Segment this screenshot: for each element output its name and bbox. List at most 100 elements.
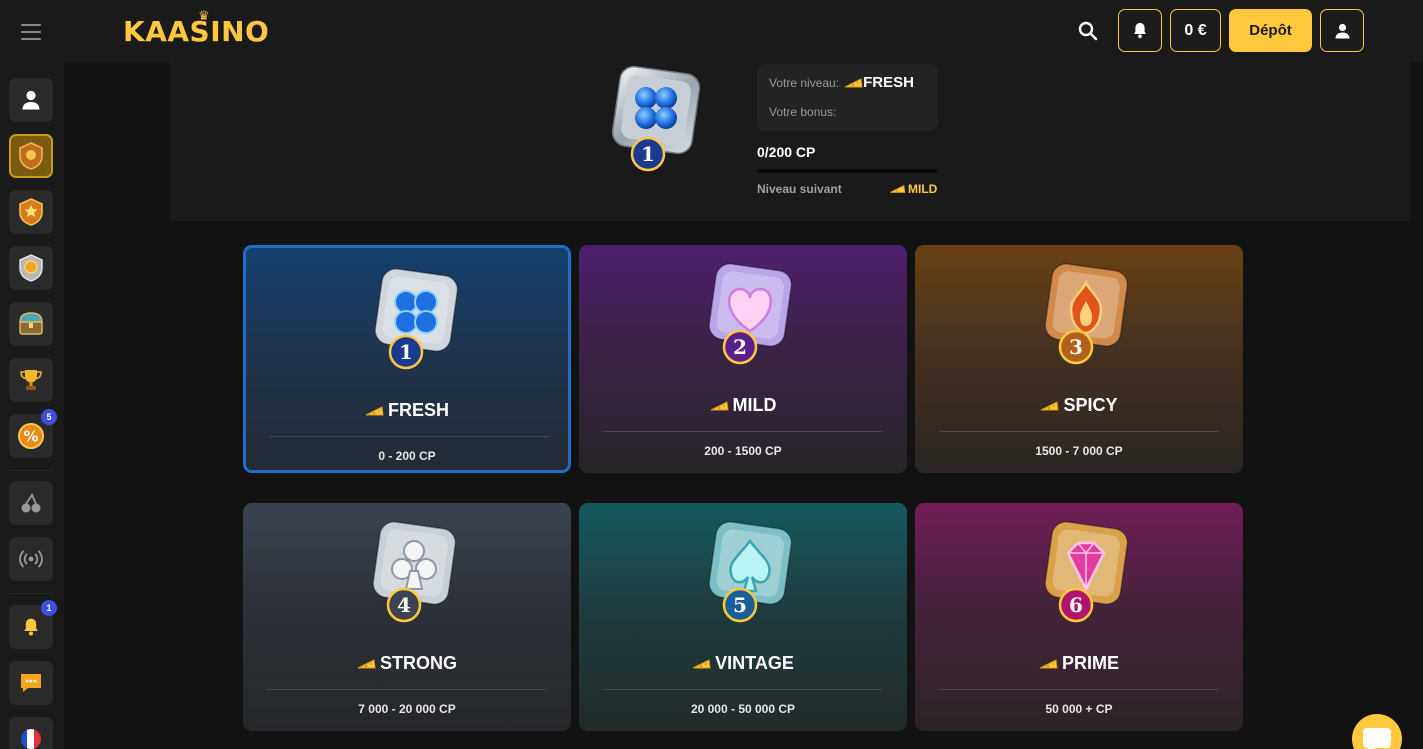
level-card[interactable]: 2 MILD 200 - 1500 CP bbox=[579, 245, 907, 473]
menu-icon[interactable] bbox=[21, 24, 41, 40]
cheese-icon bbox=[844, 77, 863, 87]
level-title: MILD bbox=[579, 395, 907, 416]
level-card[interactable]: 1 FRESH 0 - 200 CP bbox=[243, 245, 571, 473]
sidebar-item-notifications[interactable]: 1 bbox=[9, 600, 57, 649]
bonus-label: Votre bonus: bbox=[769, 105, 837, 119]
treasure-chest-icon bbox=[19, 312, 43, 335]
level-label: Votre niveau: bbox=[769, 75, 840, 90]
level-cp-range: 50 000 + CP bbox=[1045, 702, 1113, 716]
level-number: 6 bbox=[1069, 593, 1083, 617]
level-badge-image: 6 bbox=[1038, 519, 1134, 623]
level-name: MILD bbox=[732, 395, 777, 415]
level-cp-range: 1500 - 7 000 CP bbox=[1035, 444, 1123, 458]
sidebar-divider bbox=[9, 470, 53, 471]
current-level-row: Votre niveau: FRESH bbox=[769, 74, 914, 91]
chat-icon bbox=[1363, 728, 1391, 749]
next-level-label: Niveau suivant bbox=[757, 182, 842, 196]
cp-progress-bar bbox=[757, 169, 938, 173]
current-level-number: 1 bbox=[641, 142, 655, 166]
card-divider bbox=[939, 431, 1219, 432]
level-name: PRIME bbox=[1061, 653, 1119, 673]
cheese-icon bbox=[1039, 658, 1058, 668]
france-flag-icon bbox=[21, 729, 41, 749]
current-level-name: FRESH bbox=[863, 74, 914, 91]
card-divider bbox=[603, 689, 883, 690]
sidebar-item-rewards[interactable] bbox=[9, 190, 53, 234]
level-card[interactable]: 5 VINTAGE 20 000 - 50 000 CP bbox=[579, 503, 907, 731]
level-number: 1 bbox=[399, 340, 413, 364]
cheese-icon bbox=[890, 184, 906, 193]
level-badge-image: 1 bbox=[368, 266, 464, 370]
sidebar-item-tournaments[interactable] bbox=[9, 358, 53, 402]
crown-icon: ♛ bbox=[198, 9, 211, 24]
next-level-name: MILD bbox=[908, 182, 938, 196]
sidebar-item-profile[interactable] bbox=[9, 78, 53, 122]
level-cp-range: 7 000 - 20 000 CP bbox=[358, 702, 456, 716]
logo-text: KAASINO bbox=[123, 14, 270, 48]
cherry-icon bbox=[21, 493, 41, 513]
sidebar-divider bbox=[9, 593, 53, 594]
sidebar-item-promotions[interactable]: % 5 bbox=[9, 409, 57, 458]
level-title: FRESH bbox=[245, 400, 569, 421]
level-title: PRIME bbox=[915, 653, 1243, 674]
sidebar-item-shop[interactable] bbox=[9, 302, 53, 346]
left-sidebar: % 5 1 bbox=[0, 62, 64, 749]
kaasino-logo[interactable]: KAASINO ♛ bbox=[123, 9, 270, 48]
level-card[interactable]: 3 SPICY 1500 - 7 000 CP bbox=[915, 245, 1243, 473]
shield-coin-icon bbox=[19, 254, 43, 282]
current-level-value: FRESH bbox=[844, 74, 914, 91]
sidebar-item-live[interactable] bbox=[9, 537, 53, 581]
shield-star-icon bbox=[19, 198, 43, 226]
level-name: VINTAGE bbox=[715, 653, 794, 673]
card-divider bbox=[267, 689, 547, 690]
level-number: 2 bbox=[733, 335, 747, 359]
level-number: 4 bbox=[397, 593, 411, 617]
user-icon bbox=[22, 90, 40, 110]
level-number: 3 bbox=[1069, 335, 1083, 359]
deposit-button[interactable]: Dépôt bbox=[1229, 9, 1312, 52]
cp-progress-text: 0/200 CP bbox=[757, 144, 816, 160]
level-card[interactable]: 6 PRIME 50 000 + CP bbox=[915, 503, 1243, 731]
level-name: FRESH bbox=[387, 400, 449, 420]
promotions-badge: 5 bbox=[41, 409, 57, 425]
level-info-box: Votre niveau: FRESH Votre bonus: bbox=[757, 64, 938, 131]
notifications-badge: 1 bbox=[41, 600, 57, 616]
cheese-icon bbox=[692, 658, 711, 668]
sidebar-item-language[interactable] bbox=[9, 717, 53, 749]
search-icon[interactable] bbox=[1076, 19, 1100, 43]
card-divider bbox=[939, 689, 1219, 690]
sidebar-item-chat[interactable] bbox=[9, 661, 53, 705]
live-chat-button[interactable] bbox=[1352, 714, 1402, 749]
svg-text:%: % bbox=[23, 428, 38, 446]
level-title: SPICY bbox=[915, 395, 1243, 416]
level-cp-range: 0 - 200 CP bbox=[378, 449, 436, 463]
level-card[interactable]: 4 STRONG 7 000 - 20 000 CP bbox=[243, 503, 571, 731]
bonus-row: Votre bonus: bbox=[769, 105, 836, 119]
level-cp-range: 200 - 1500 CP bbox=[704, 444, 782, 458]
sidebar-item-shield[interactable] bbox=[9, 246, 53, 290]
percent-coin-icon: % bbox=[18, 423, 44, 449]
level-badge-image: 2 bbox=[702, 261, 798, 365]
bell-icon bbox=[1134, 23, 1146, 39]
trophy-icon bbox=[20, 370, 42, 390]
chat-bubble-icon bbox=[21, 674, 41, 692]
profile-button[interactable] bbox=[1320, 9, 1364, 52]
cheese-icon bbox=[365, 405, 384, 415]
current-level-badge: 1 bbox=[608, 64, 704, 172]
sidebar-item-vip-levels[interactable] bbox=[9, 134, 53, 178]
live-broadcast-icon bbox=[19, 550, 43, 568]
cheese-icon bbox=[1041, 400, 1060, 410]
bell-icon bbox=[24, 618, 38, 636]
level-number: 5 bbox=[733, 593, 747, 617]
balance-button[interactable]: 0 € bbox=[1170, 9, 1221, 52]
level-name: STRONG bbox=[379, 653, 457, 673]
app-root: KAASINO ♛ 0 € Dépôt % 5 1 1 Votre niveau… bbox=[0, 0, 1423, 749]
level-title: STRONG bbox=[243, 653, 571, 674]
notifications-button[interactable] bbox=[1118, 9, 1162, 52]
card-divider bbox=[269, 436, 549, 437]
level-badge-image: 4 bbox=[366, 519, 462, 623]
level-title: VINTAGE bbox=[579, 653, 907, 674]
sidebar-item-slots[interactable] bbox=[9, 481, 53, 525]
level-cp-range: 20 000 - 50 000 CP bbox=[690, 702, 796, 716]
shield-emblem-icon bbox=[19, 142, 43, 170]
